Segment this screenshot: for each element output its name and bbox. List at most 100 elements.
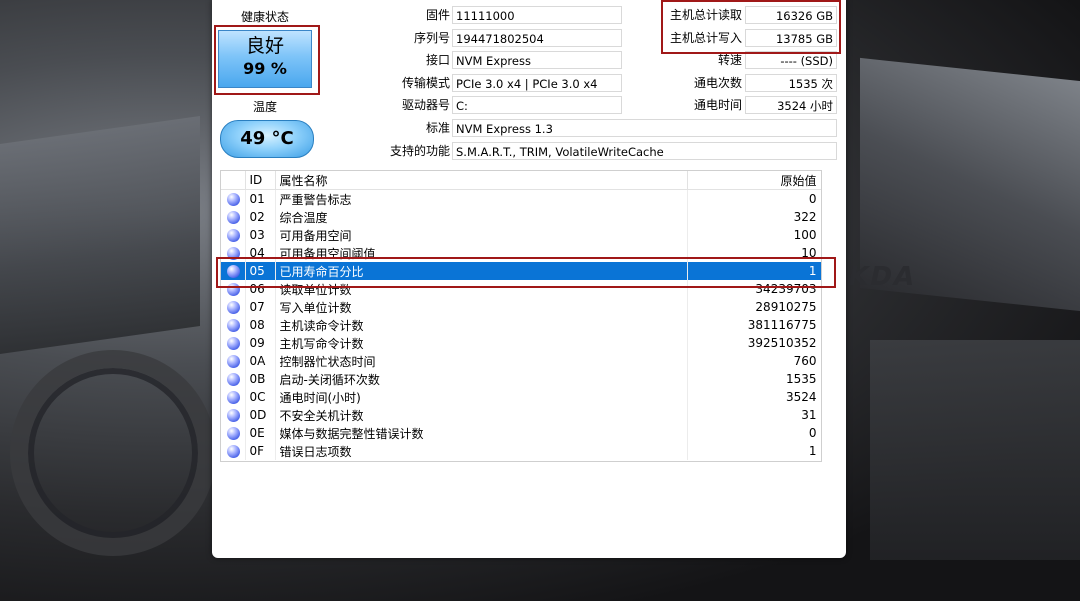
status-good-icon	[227, 445, 240, 458]
table-row[interactable]: 0A 控制器忙状态时间 760	[221, 352, 821, 370]
row-raw-value-cell: 1	[687, 262, 821, 280]
wallpaper-text: KDA	[844, 262, 920, 292]
row-name-cell: 主机写命令计数	[275, 334, 688, 352]
status-column-header[interactable]	[221, 171, 246, 190]
status-good-icon	[227, 427, 240, 440]
row-name-cell: 媒体与数据完整性错误计数	[275, 424, 688, 442]
row-raw-value-cell: 10	[687, 244, 821, 262]
row-id-cell: 0E	[245, 424, 276, 442]
row-name-cell: 可用备用空间阈值	[275, 244, 688, 262]
health-status-label: 健康状态	[240, 10, 289, 24]
features-value: S.M.A.R.T., TRIM, VolatileWriteCache	[452, 142, 837, 160]
row-id-cell: 04	[245, 244, 276, 262]
table-row[interactable]: 04 可用备用空间阈值 10	[221, 244, 821, 262]
status-good-icon	[227, 319, 240, 332]
table-row[interactable]: 0D 不安全关机计数 31	[221, 406, 821, 424]
raw-value-column-header[interactable]: 原始值	[687, 171, 821, 190]
table-row[interactable]: 06 读取单位计数 34239703	[221, 280, 821, 298]
row-status-cell	[221, 316, 246, 334]
host-reads-label: 主机总计读取	[669, 8, 742, 22]
firmware-label: 固件	[425, 8, 450, 22]
transfer-mode-label: 传输模式	[401, 76, 450, 90]
status-good-icon	[227, 283, 240, 296]
row-id-cell: 0F	[245, 442, 276, 460]
wallpaper-right-lower	[870, 340, 1080, 560]
row-status-cell	[221, 208, 246, 226]
row-raw-value-cell: 322	[687, 208, 821, 226]
status-good-icon	[227, 409, 240, 422]
smart-attribute-table[interactable]: ID 属性名称 原始值 01 严重警告标志 0 02 综合温度 322 03 可用备用空间 10…	[220, 170, 822, 462]
row-status-cell	[221, 334, 246, 352]
power-hours-label: 通电时间	[693, 98, 742, 112]
table-row[interactable]: 01 严重警告标志 0	[221, 189, 821, 208]
status-good-icon	[227, 247, 240, 260]
power-hours-value: 3524 小时	[745, 96, 837, 114]
row-raw-value-cell: 760	[687, 352, 821, 370]
table-row[interactable]: 09 主机写命令计数 392510352	[221, 334, 821, 352]
row-name-cell: 严重警告标志	[275, 189, 688, 208]
status-good-icon	[227, 211, 240, 224]
table-row[interactable]: 0C 通电时间(小时) 3524	[221, 388, 821, 406]
row-name-cell: 通电时间(小时)	[275, 388, 688, 406]
row-id-cell: 01	[245, 189, 276, 208]
row-id-cell: 0B	[245, 370, 276, 388]
row-id-cell: 0D	[245, 406, 276, 424]
row-status-cell	[221, 442, 246, 460]
row-name-cell: 已用寿命百分比	[275, 262, 688, 280]
row-raw-value-cell: 34239703	[687, 280, 821, 298]
row-name-cell: 写入单位计数	[275, 298, 688, 316]
status-good-icon	[227, 391, 240, 404]
serial-value: 194471802504	[452, 29, 622, 47]
table-row[interactable]: 0E 媒体与数据完整性错误计数 0	[221, 424, 821, 442]
row-id-cell: 06	[245, 280, 276, 298]
wallpaper-left-ring	[10, 350, 216, 556]
temperature-label: 温度	[252, 100, 277, 114]
name-column-header[interactable]: 属性名称	[275, 171, 688, 190]
table-row[interactable]: 0F 错误日志项数 1	[221, 442, 821, 460]
temperature-button[interactable]: 49 °C	[220, 120, 314, 158]
row-raw-value-cell: 1535	[687, 370, 821, 388]
row-name-cell: 错误日志项数	[275, 442, 688, 460]
table-row[interactable]: 03 可用备用空间 100	[221, 226, 821, 244]
status-good-icon	[227, 301, 240, 314]
row-raw-value-cell: 100	[687, 226, 821, 244]
table-row[interactable]: 08 主机读命令计数 381116775	[221, 316, 821, 334]
health-status-button[interactable]: 良好 99 %	[218, 30, 312, 88]
table-row[interactable]: 0B 启动-关闭循环次数 1535	[221, 370, 821, 388]
firmware-value: 11111000	[452, 6, 622, 24]
rpm-value: ---- (SSD)	[745, 51, 837, 69]
wallpaper-left-plate	[0, 115, 200, 355]
table-row[interactable]: 02 综合温度 322	[221, 208, 821, 226]
host-reads-value: 16326 GB	[745, 6, 837, 24]
transfer-mode-value: PCIe 3.0 x4 | PCIe 3.0 x4	[452, 74, 622, 92]
row-name-cell: 读取单位计数	[275, 280, 688, 298]
row-status-cell	[221, 424, 246, 442]
host-writes-value: 13785 GB	[745, 29, 837, 47]
table-row[interactable]: 05 已用寿命百分比 1	[221, 262, 821, 280]
rpm-label: 转速	[717, 53, 742, 67]
row-status-cell	[221, 298, 246, 316]
drive-letter-label: 驱动器号	[401, 98, 450, 112]
row-id-cell: 08	[245, 316, 276, 334]
row-status-cell	[221, 189, 246, 208]
row-name-cell: 控制器忙状态时间	[275, 352, 688, 370]
row-id-cell: 02	[245, 208, 276, 226]
power-count-label: 通电次数	[693, 76, 742, 90]
features-label: 支持的功能	[389, 144, 450, 158]
row-status-cell	[221, 244, 246, 262]
row-id-cell: 0A	[245, 352, 276, 370]
row-raw-value-cell: 3524	[687, 388, 821, 406]
table-row[interactable]: 07 写入单位计数 28910275	[221, 298, 821, 316]
standard-value: NVM Express 1.3	[452, 119, 837, 137]
row-name-cell: 主机读命令计数	[275, 316, 688, 334]
host-writes-label: 主机总计写入	[669, 31, 742, 45]
row-raw-value-cell: 392510352	[687, 334, 821, 352]
row-raw-value-cell: 31	[687, 406, 821, 424]
health-status-text: 良好	[245, 35, 284, 57]
row-raw-value-cell: 1	[687, 442, 821, 460]
status-good-icon	[227, 229, 240, 242]
id-column-header[interactable]: ID	[245, 171, 276, 190]
row-name-cell: 综合温度	[275, 208, 688, 226]
row-name-cell: 不安全关机计数	[275, 406, 688, 424]
row-status-cell	[221, 226, 246, 244]
